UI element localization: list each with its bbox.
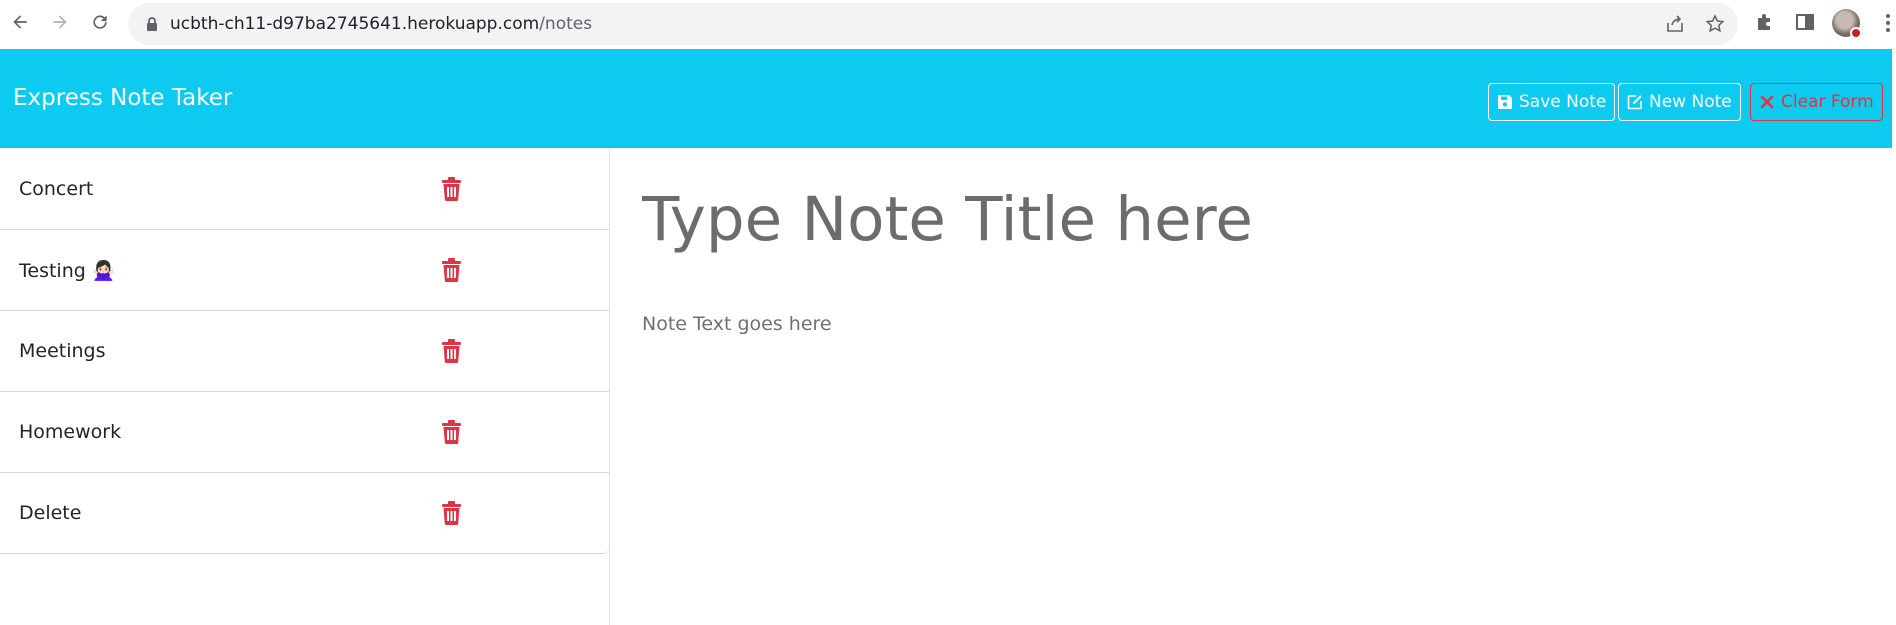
- reload-icon[interactable]: [88, 10, 112, 34]
- app-title[interactable]: Express Note Taker: [13, 85, 232, 111]
- lock-icon[interactable]: [144, 16, 160, 32]
- new-note-label: New Note: [1649, 92, 1732, 112]
- profile-badge: [1850, 27, 1862, 39]
- share-icon[interactable]: [1665, 14, 1685, 34]
- back-arrow-icon[interactable]: [8, 10, 32, 34]
- save-note-label: Save Note: [1519, 92, 1607, 112]
- more-vert-icon[interactable]: [1884, 12, 1896, 34]
- note-item-title[interactable]: Homework: [19, 421, 121, 443]
- note-list-item[interactable]: Testing 🙅🏻‍♀️: [0, 229, 609, 310]
- note-list-item[interactable]: Delete: [0, 472, 609, 553]
- address-bar[interactable]: ucbth-ch11-d97ba2745641.herokuapp.com/no…: [128, 3, 1738, 45]
- clear-form-button[interactable]: Clear Form: [1750, 83, 1883, 121]
- close-icon: [1760, 95, 1774, 109]
- note-item-title[interactable]: Meetings: [19, 340, 106, 362]
- app-navbar: Express Note Taker Save Note New Note Cl…: [0, 49, 1892, 148]
- page-edge: [1892, 49, 1896, 625]
- note-editor: [612, 148, 1892, 625]
- profile-avatar[interactable]: [1832, 9, 1862, 39]
- trash-icon[interactable]: [442, 339, 461, 363]
- extensions-puzzle-icon[interactable]: [1754, 11, 1776, 33]
- new-note-button[interactable]: New Note: [1618, 83, 1741, 121]
- note-list-item[interactable]: Meetings: [0, 310, 609, 391]
- trash-icon[interactable]: [442, 176, 461, 201]
- note-list-item[interactable]: Concert: [0, 148, 609, 229]
- save-note-button[interactable]: Save Note: [1488, 83, 1616, 121]
- url-host: ucbth-ch11-d97ba2745641.herokuapp.com: [170, 14, 540, 34]
- note-list: Concert Testing 🙅🏻‍♀️ Meetings: [0, 148, 609, 554]
- save-icon: [1498, 95, 1512, 109]
- note-item-title[interactable]: Testing 🙅🏻‍♀️: [19, 259, 116, 282]
- side-panel-icon[interactable]: [1794, 11, 1816, 33]
- star-icon[interactable]: [1705, 14, 1725, 34]
- note-list-item[interactable]: Homework: [0, 391, 609, 472]
- note-title-input[interactable]: [642, 178, 1542, 260]
- url-text: ucbth-ch11-d97ba2745641.herokuapp.com/no…: [170, 14, 592, 34]
- trash-icon[interactable]: [442, 258, 461, 282]
- note-item-title[interactable]: Delete: [19, 502, 81, 524]
- browser-toolbar: ucbth-ch11-d97ba2745641.herokuapp.com/no…: [0, 0, 1896, 49]
- trash-icon[interactable]: [442, 501, 461, 525]
- trash-icon[interactable]: [442, 420, 461, 444]
- clear-form-label: Clear Form: [1781, 92, 1874, 112]
- note-item-title[interactable]: Concert: [19, 178, 93, 200]
- url-path: /notes: [539, 14, 593, 34]
- forward-arrow-icon[interactable]: [48, 10, 72, 34]
- edit-icon: [1627, 95, 1642, 110]
- note-list-panel: Concert Testing 🙅🏻‍♀️ Meetings: [0, 148, 610, 625]
- note-text-textarea[interactable]: [642, 313, 1842, 593]
